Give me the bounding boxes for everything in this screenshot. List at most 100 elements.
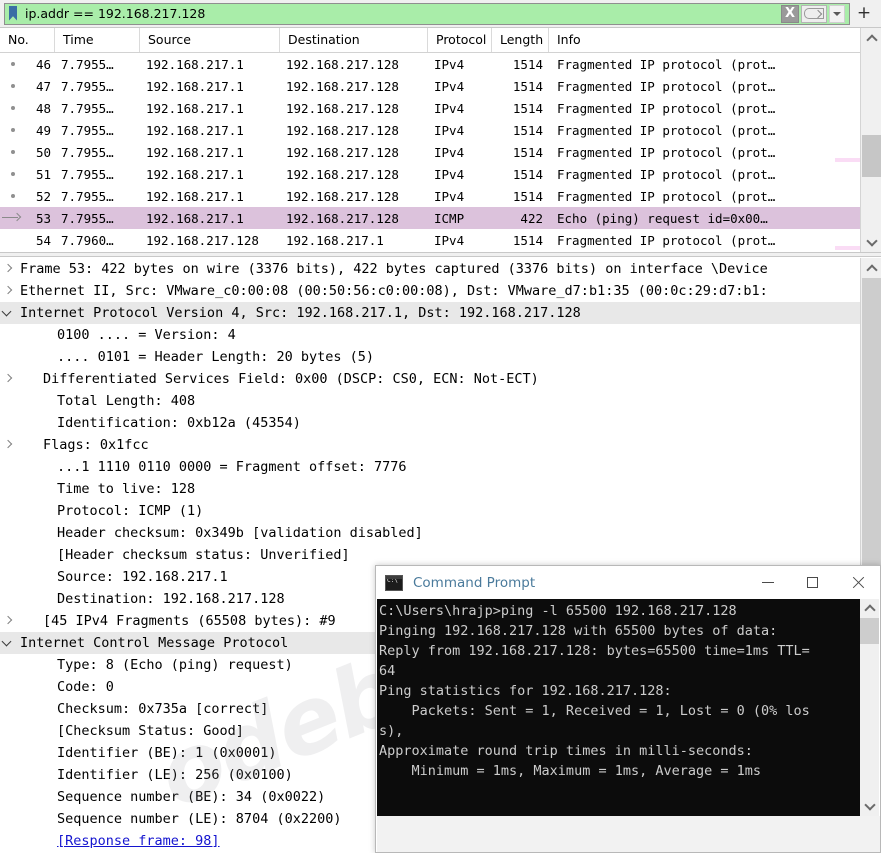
packet-source: 192.168.217.128 xyxy=(146,232,259,248)
packet-length: 1514 xyxy=(512,166,543,182)
detail-scrollbar-thumb[interactable] xyxy=(862,278,881,568)
packet-row[interactable]: 52 7.7955… 192.168.217.1 192.168.217.128 IPv… xyxy=(0,185,860,207)
detail-row-label: Ethernet II, Src: VMware_c0:00:08 (00:50… xyxy=(20,283,768,299)
packet-info: Fragmented IP protocol (prot… xyxy=(557,122,776,138)
detail-row[interactable]: Identification: 0xb12a (45354) xyxy=(0,412,881,434)
column-header-source[interactable]: Source xyxy=(140,28,280,52)
packet-protocol: IPv4 xyxy=(434,78,465,94)
close-icon: X xyxy=(784,6,796,21)
minimize-button[interactable] xyxy=(745,566,790,599)
packet-dot-icon xyxy=(0,62,26,66)
column-header-time[interactable]: Time xyxy=(55,28,140,52)
bookmark-icon[interactable] xyxy=(7,5,20,23)
packet-info: Fragmented IP protocol (prot… xyxy=(557,56,776,72)
console-output[interactable]: C:\Users\hrajp>ping -l 65500 192.168.217… xyxy=(377,599,862,816)
clear-filter-button[interactable]: X xyxy=(781,4,799,23)
detail-row-label: [Header checksum status: Unverified] xyxy=(57,547,350,563)
packet-row[interactable]: 53 7.7955… 192.168.217.1 192.168.217.128 ICM… xyxy=(0,207,860,229)
packet-dot-icon xyxy=(0,194,26,198)
packet-no: 52 xyxy=(35,188,51,204)
packet-row[interactable]: 48 7.7955… 192.168.217.1 192.168.217.128 IPv… xyxy=(0,97,860,119)
scroll-up-button[interactable] xyxy=(861,28,881,48)
console-line: Packets: Sent = 1, Received = 1, Lost = … xyxy=(379,703,810,719)
detail-row[interactable]: [Header checksum status: Unverified] xyxy=(0,544,881,566)
packet-source: 192.168.217.1 xyxy=(146,166,244,182)
detail-row-label: Differentiated Services Field: 0x00 (DSC… xyxy=(43,371,539,387)
console-scrollbar[interactable] xyxy=(860,599,879,816)
maximize-button[interactable] xyxy=(790,566,835,599)
packet-row[interactable]: 51 7.7955… 192.168.217.1 192.168.217.128 IPv… xyxy=(0,163,860,185)
chevron-up-icon xyxy=(865,604,874,613)
pane-splitter[interactable] xyxy=(0,252,881,257)
packet-source: 192.168.217.1 xyxy=(146,56,244,72)
column-header-length[interactable]: Length xyxy=(492,28,549,52)
display-filter-input[interactable] xyxy=(20,3,781,24)
column-header-destination[interactable]: Destination xyxy=(280,28,428,52)
apply-filter-button[interactable] xyxy=(801,4,827,23)
packet-length: 1514 xyxy=(512,188,543,204)
command-prompt-window[interactable]: Command Prompt C:\Users\hrajp>ping -l 65… xyxy=(375,565,881,853)
console-scroll-down-button[interactable] xyxy=(860,797,879,816)
packet-protocol: IPv4 xyxy=(434,144,465,160)
add-filter-button[interactable]: + xyxy=(854,3,874,25)
detail-row[interactable]: ...1 1110 0110 0000 = Fragment offset: 7… xyxy=(0,456,881,478)
detail-row[interactable]: Internet Protocol Version 4, Src: 192.16… xyxy=(0,302,881,324)
column-header-no[interactable]: No. xyxy=(0,28,55,52)
column-header-info[interactable]: Info xyxy=(549,28,860,52)
detail-row[interactable]: 0100 .... = Version: 4 xyxy=(0,324,881,346)
packet-destination: 192.168.217.128 xyxy=(286,100,399,116)
packet-time: 7.7955… xyxy=(61,188,114,204)
packet-length: 422 xyxy=(520,210,543,226)
detail-row-label: Code: 0 xyxy=(57,679,114,695)
command-prompt-titlebar[interactable]: Command Prompt xyxy=(376,566,880,599)
detail-row[interactable]: Total Length: 408 xyxy=(0,390,881,412)
detail-row-label: Identifier (BE): 1 (0x0001) xyxy=(57,745,277,761)
packet-protocol: ICMP xyxy=(434,210,465,226)
detail-row[interactable]: Flags: 0x1fcc xyxy=(0,434,881,456)
detail-row-label: .... 0101 = Header Length: 20 bytes (5) xyxy=(57,349,374,365)
packet-protocol: IPv4 xyxy=(434,122,465,138)
close-button[interactable] xyxy=(835,566,880,599)
packet-row[interactable]: 47 7.7955… 192.168.217.1 192.168.217.128 IPv… xyxy=(0,75,860,97)
detail-row-label: Time to live: 128 xyxy=(57,481,196,497)
packet-destination: 192.168.217.1 xyxy=(286,232,384,248)
packet-source: 192.168.217.1 xyxy=(146,188,244,204)
detail-row[interactable]: .... 0101 = Header Length: 20 bytes (5) xyxy=(0,346,881,368)
detail-row-label: Internet Protocol Version 4, Src: 192.16… xyxy=(20,305,581,321)
command-prompt-title: Command Prompt xyxy=(413,574,536,591)
packet-row[interactable]: 49 7.7955… 192.168.217.1 192.168.217.128 IPv… xyxy=(0,119,860,141)
scrollbar-thumb[interactable] xyxy=(862,135,881,177)
console-scrollbar-thumb[interactable] xyxy=(860,618,879,644)
filter-history-dropdown[interactable] xyxy=(829,4,845,23)
detail-row[interactable]: Header checksum: 0x349b [validation disa… xyxy=(0,522,881,544)
detail-row[interactable]: Ethernet II, Src: VMware_c0:00:08 (00:50… xyxy=(0,280,881,302)
detail-row-label: ...1 1110 0110 0000 = Fragment offset: 7… xyxy=(57,459,407,475)
detail-row[interactable]: Protocol: ICMP (1) xyxy=(0,500,881,522)
packet-list-pane[interactable]: No. Time Source Destination Protocol Len… xyxy=(0,28,881,252)
packet-info: Fragmented IP protocol (prot… xyxy=(557,78,776,94)
packet-no: 46 xyxy=(35,56,51,72)
packet-row[interactable]: 50 7.7955… 192.168.217.1 192.168.217.128 IPv… xyxy=(0,141,860,163)
detail-scroll-up-button[interactable] xyxy=(861,258,881,278)
column-header-protocol[interactable]: Protocol xyxy=(428,28,492,52)
detail-row-label: Identifier (LE): 256 (0x0100) xyxy=(57,767,293,783)
console-scroll-up-button[interactable] xyxy=(860,599,879,618)
detail-row-label: Source: 192.168.217.1 xyxy=(57,569,228,585)
detail-row-label: Sequence number (BE): 34 (0x0022) xyxy=(57,789,326,805)
packet-info: Fragmented IP protocol (prot… xyxy=(557,166,776,182)
packet-row[interactable]: 54 7.7960… 192.168.217.128 192.168.217.1 IPv… xyxy=(0,229,860,251)
console-line: Reply from 192.168.217.128: bytes=65500 … xyxy=(379,643,810,659)
chevron-up-icon xyxy=(867,264,876,273)
packet-list-scrollbar[interactable] xyxy=(860,28,881,252)
packet-source: 192.168.217.1 xyxy=(146,78,244,94)
detail-row[interactable]: Frame 53: 422 bytes on wire (3376 bits),… xyxy=(0,258,881,280)
dot-icon xyxy=(11,194,15,198)
packet-info: Fragmented IP protocol (prot… xyxy=(557,100,776,116)
packet-row[interactable]: 46 7.7955… 192.168.217.1 192.168.217.128 IPv… xyxy=(0,53,860,75)
detail-row-label[interactable]: [Response frame: 98] xyxy=(53,833,220,849)
scroll-down-button[interactable] xyxy=(861,232,881,252)
display-filter-input-wrap[interactable]: X xyxy=(4,2,850,25)
detail-row[interactable]: Differentiated Services Field: 0x00 (DSC… xyxy=(0,368,881,390)
detail-row[interactable]: Time to live: 128 xyxy=(0,478,881,500)
dot-icon xyxy=(11,150,15,154)
